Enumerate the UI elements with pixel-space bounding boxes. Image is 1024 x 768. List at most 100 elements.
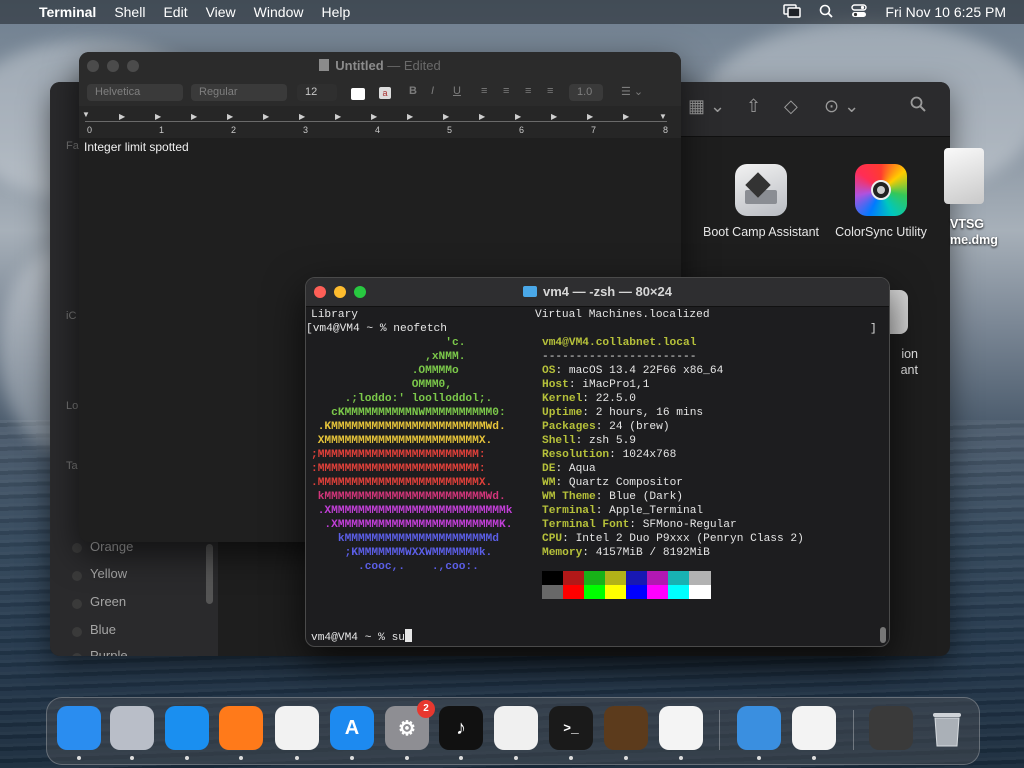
parallels-icon[interactable] [792, 706, 836, 750]
screen-mirroring-icon[interactable] [774, 3, 810, 21]
firefox-icon[interactable] [219, 706, 263, 750]
menu-edit[interactable]: Edit [154, 0, 196, 24]
text-color-swatch[interactable] [351, 88, 365, 100]
tab-stop-icon[interactable]: ▶ [623, 112, 629, 121]
weather-icon[interactable] [737, 706, 781, 750]
italic-button[interactable]: I [431, 85, 434, 97]
sidebar-tag-purple[interactable]: Purple [90, 648, 128, 656]
info-value: : 24 (brew) [595, 421, 670, 433]
tab-stop-icon[interactable]: ▶ [335, 112, 341, 121]
tab-stop-icon[interactable]: ▶ [515, 112, 521, 121]
terminal-titlebar: vm4 — -zsh — 80×24 [306, 278, 889, 307]
sidebar-scrollbar[interactable] [206, 544, 213, 604]
running-indicator [295, 756, 299, 760]
terminal-scrollbar[interactable] [880, 627, 886, 643]
tag-icon[interactable]: ◇ [784, 96, 798, 117]
search-icon[interactable] [910, 96, 926, 117]
tab-stop-icon[interactable]: ▶ [407, 112, 413, 121]
textedit-title: Untitled — Edited [79, 58, 681, 73]
ruler-number: 6 [519, 125, 525, 135]
colorsync-icon [855, 164, 907, 216]
vscode-icon[interactable] [659, 706, 703, 750]
tab-stop-icon[interactable]: ▶ [191, 112, 197, 121]
menu-shell[interactable]: Shell [105, 0, 154, 24]
spotlight-search-icon[interactable] [810, 4, 842, 21]
sidebar-tag-blue[interactable]: Blue [90, 622, 116, 637]
dmg-file-icon[interactable] [944, 148, 984, 204]
trash-icon[interactable] [925, 706, 969, 750]
terminal-input-text[interactable]: vm4@VM4 ~ % su [311, 632, 405, 644]
app-colorsync-utility[interactable]: ColorSync Utility [821, 164, 941, 240]
menu-view[interactable]: View [197, 0, 245, 24]
font-family-select[interactable]: Helvetica [87, 84, 183, 101]
app-store-icon[interactable]: A [330, 706, 374, 750]
terminal-input-line[interactable]: vm4@VM4 ~ % su [311, 629, 412, 645]
view-options-icon[interactable]: ▦ ⌄ [688, 96, 725, 117]
align-right-icon[interactable]: ≡ [525, 85, 531, 97]
highlight-color-icon[interactable]: a [379, 87, 391, 99]
desktop-file-label[interactable]: VTSG me.dmg [950, 216, 998, 248]
system-settings-icon[interactable]: ⚙ 2 [385, 700, 435, 750]
justify-icon[interactable]: ≡ [547, 85, 553, 97]
action-menu-icon[interactable]: ⊙ ⌄ [824, 96, 859, 117]
tab-stop-icon[interactable]: ▶ [263, 112, 269, 121]
info-key: Host [542, 379, 569, 391]
document-text[interactable]: Integer limit spotted [84, 140, 189, 154]
terminal-output[interactable]: Library Virtual Machines.localized [vm4@… [306, 307, 889, 646]
align-center-icon[interactable]: ≡ [503, 85, 509, 97]
menu-window[interactable]: Window [245, 0, 313, 24]
textedit-icon[interactable] [494, 706, 538, 750]
tiktok-icon[interactable]: ♪ [439, 706, 483, 750]
tab-stop-icon[interactable]: ▶ [479, 112, 485, 121]
sidebar-tag-green[interactable]: Green [90, 594, 126, 609]
ruler[interactable]: ▼ ▶ ▶ ▶ ▶ ▶ ▶ ▶ ▶ ▶ ▶ ▶ ▶ ▶ ▶ ▶ ▼ 0 1 2 … [79, 106, 681, 139]
tab-stop-icon[interactable]: ▶ [371, 112, 377, 121]
launchpad-icon[interactable] [110, 706, 154, 750]
list-bullets-icon[interactable]: ☰ ⌄ [621, 85, 643, 98]
terminal-icon[interactable]: >_ [549, 706, 593, 750]
align-left-icon[interactable]: ≡ [481, 85, 487, 97]
ascii-art-line: :MMMMMMMMMMMMMMMMMMMMMMMM: [311, 463, 486, 475]
app-menu[interactable]: Terminal [30, 0, 105, 24]
color-swatch [605, 585, 627, 599]
indent-marker-icon[interactable]: ▼ [82, 110, 90, 119]
tag-green-icon [72, 599, 82, 609]
share-icon[interactable]: ⇧ [746, 96, 761, 117]
info-key: DE [542, 463, 556, 475]
chrome-icon[interactable] [275, 706, 319, 750]
tab-stop-icon[interactable]: ▶ [551, 112, 557, 121]
tab-stop-icon[interactable]: ▶ [227, 112, 233, 121]
dock-icon-glyph: ⚙ [398, 717, 416, 740]
menu-help[interactable]: Help [312, 0, 359, 24]
control-center-icon[interactable] [842, 3, 876, 21]
bold-button[interactable]: B [409, 85, 417, 97]
tab-stop-icon[interactable]: ▶ [155, 112, 161, 121]
instruments-icon[interactable] [604, 706, 648, 750]
tab-stop-icon[interactable]: ▶ [299, 112, 305, 121]
tab-stop-icon[interactable]: ▶ [587, 112, 593, 121]
safari-icon[interactable] [165, 706, 209, 750]
menu-clock[interactable]: Fri Nov 10 6:25 PM [876, 4, 1024, 20]
tab-stop-icon[interactable]: ▶ [119, 112, 125, 121]
downloads-stack-icon[interactable] [869, 706, 913, 750]
system-info-row: Shell: zsh 5.9 [542, 434, 636, 448]
info-value: : 2 hours, 16 mins [582, 407, 704, 419]
menu-extras: Fri Nov 10 6:25 PM [774, 0, 1024, 24]
ruler-number: 8 [663, 125, 669, 135]
font-style-select[interactable]: Regular [191, 84, 287, 101]
font-size-select[interactable]: 12 [297, 84, 337, 101]
info-key: Terminal [542, 505, 596, 517]
app-boot-camp-assistant[interactable]: Boot Camp Assistant [701, 164, 821, 240]
color-swatch [689, 585, 711, 599]
underline-button[interactable]: U [453, 85, 461, 97]
color-swatch [605, 571, 627, 585]
info-key: OS [542, 365, 556, 377]
right-margin-marker-icon[interactable]: ▼ [659, 112, 667, 121]
tab-stop-icon[interactable]: ▶ [443, 112, 449, 121]
line-spacing-select[interactable]: 1.0 [569, 84, 603, 101]
info-value: : Apple_Terminal [595, 505, 704, 517]
sidebar-tag-yellow[interactable]: Yellow [90, 566, 127, 581]
ruler-number: 1 [159, 125, 165, 135]
system-info-row: Host: iMacPro1,1 [542, 378, 649, 392]
finder-icon[interactable] [57, 706, 101, 750]
